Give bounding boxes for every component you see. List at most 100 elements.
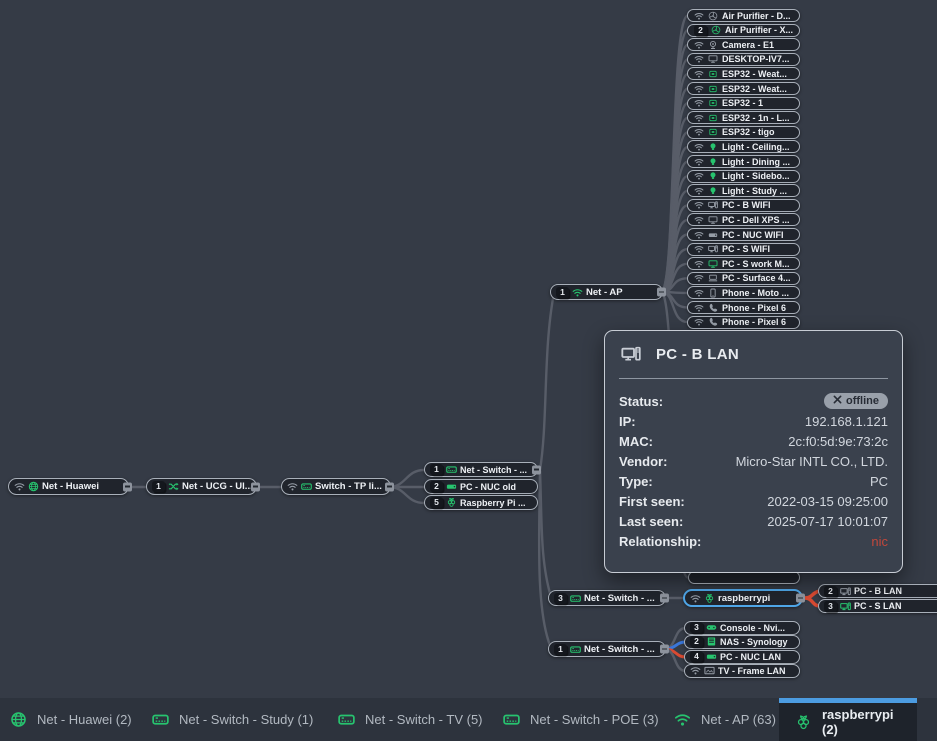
- device-row[interactable]: PC - NUC WIFI: [687, 228, 800, 241]
- edge: [389, 470, 424, 487]
- node-pc-s-lan[interactable]: 3PC - S LAN: [818, 599, 937, 613]
- bulb-icon: [708, 171, 718, 181]
- device-row[interactable]: PC - Dell XPS ...: [687, 213, 800, 226]
- collapse-button[interactable]: [796, 594, 805, 603]
- wifi-icon: [694, 142, 704, 152]
- collapse-icon: [387, 486, 392, 488]
- switch-icon: [570, 593, 581, 604]
- device-row[interactable]: Light - Study ...: [687, 184, 800, 197]
- collapse-icon: [534, 469, 539, 471]
- device-row[interactable]: Light - Dining ...: [687, 155, 800, 168]
- collapse-button[interactable]: [660, 645, 669, 654]
- topology-canvas[interactable]: Air Purifier - D...2Air Purifier - X...C…: [0, 0, 937, 741]
- node-pc-nuc-old[interactable]: 2PC - NUC old: [424, 479, 538, 494]
- node-sw1[interactable]: 1 Net - Switch - ...: [548, 641, 666, 657]
- tab-net-switch-poe-3[interactable]: Net - Switch - POE (3): [503, 698, 659, 741]
- collapse-button[interactable]: [251, 482, 260, 491]
- node-label: raspberrypi: [718, 593, 796, 604]
- tab-net-ap-63[interactable]: Net - AP (63): [674, 698, 776, 741]
- device-row[interactable]: Light - Ceiling...: [687, 140, 800, 153]
- device-row[interactable]: Air Purifier - D...: [687, 9, 800, 22]
- wifi-icon: [694, 200, 704, 210]
- node-label: PC - NUC LAN: [720, 652, 794, 662]
- device-row[interactable]: ESP32 - tigo: [687, 126, 800, 139]
- port-badge: 1: [554, 644, 567, 655]
- wifi-icon: [14, 481, 25, 492]
- bulb-icon: [708, 186, 718, 196]
- node-label: Net - Switch - ...: [584, 644, 660, 655]
- device-row[interactable]: ESP32 - 1n - L...: [687, 111, 800, 124]
- tab-net-switch-study-1[interactable]: Net - Switch - Study (1): [152, 698, 313, 741]
- collapse-button[interactable]: [657, 288, 666, 297]
- node-ucg[interactable]: 1Net - UCG - Ul...: [146, 478, 257, 495]
- wifi-icon: [694, 303, 704, 313]
- node-ap[interactable]: 1Net - AP: [550, 284, 663, 300]
- port-badge: 1: [430, 464, 443, 475]
- port-badge: 4: [690, 651, 703, 662]
- node-rpi-old[interactable]: 5Raspberry Pi ...: [424, 495, 538, 510]
- node-pc-b-lan[interactable]: 2PC - B LAN: [818, 584, 937, 598]
- device-row[interactable]: PC - S work M...: [687, 257, 800, 270]
- tab-net-huawei-2[interactable]: Net - Huawei (2): [10, 698, 132, 741]
- bulb-icon: [708, 142, 718, 152]
- node-sw-poe[interactable]: 1Net - Switch - ...: [424, 462, 538, 477]
- tab-label: Net - Switch - Study (1): [179, 712, 313, 727]
- device-row[interactable]: Camera - E1: [687, 38, 800, 51]
- device-row[interactable]: Phone - Pixel 6: [687, 301, 800, 314]
- wifi-icon: [694, 186, 704, 196]
- fan-icon: [708, 11, 718, 21]
- tab-net-switch-tv-5[interactable]: Net - Switch - TV (5): [338, 698, 483, 741]
- edge: [540, 471, 551, 597]
- monitor-icon: [708, 259, 718, 269]
- raspberry-icon: [704, 593, 715, 604]
- wifi-icon: [694, 40, 704, 50]
- controller-icon: [706, 622, 717, 633]
- device-row[interactable]: PC - S WIFI: [687, 243, 800, 256]
- tab-raspberrypi-2[interactable]: raspberrypi (2): [779, 698, 917, 741]
- switch-icon: [446, 464, 457, 475]
- chip-icon: [708, 127, 718, 137]
- device-row[interactable]: Phone - Moto ...: [687, 286, 800, 299]
- pc-icon: [840, 601, 851, 612]
- node-tp[interactable]: Switch - TP li...: [281, 478, 391, 495]
- device-tooltip: PC - B LAN Status:offlineIP:192.168.1.12…: [604, 330, 903, 573]
- tooltip-row-label: Status:: [619, 394, 663, 409]
- node-sw3[interactable]: 3Net - Switch - ...: [548, 590, 666, 606]
- node-nas[interactable]: 2NAS - Synology: [684, 635, 800, 649]
- wifi-icon: [694, 84, 704, 94]
- collapse-button[interactable]: [123, 482, 132, 491]
- tab-label: Net - Switch - POE (3): [530, 712, 659, 727]
- device-row[interactable]: ESP32 - 1: [687, 97, 800, 110]
- device-row[interactable]: Light - Sidebo...: [687, 170, 800, 183]
- node-tv-frame[interactable]: TV - Frame LAN: [684, 664, 800, 678]
- node-console[interactable]: 3Console - Nvi...: [684, 621, 800, 635]
- node-label: PC - NUC WIFI: [722, 230, 793, 240]
- wifi-icon: [694, 259, 704, 269]
- port-badge: 2: [430, 481, 443, 492]
- node-label: DESKTOP-IV7...: [722, 54, 793, 64]
- globe-icon: [28, 481, 39, 492]
- node-label: Air Purifier - X...: [725, 25, 793, 35]
- node-label: ESP32 - tigo: [722, 127, 793, 137]
- device-row[interactable]: DESKTOP-IV7...: [687, 53, 800, 66]
- device-row[interactable]: Phone - Pixel 6: [687, 316, 800, 329]
- shuffle-icon: [168, 481, 179, 492]
- collapse-button[interactable]: [532, 465, 541, 474]
- phone-icon: [708, 288, 718, 298]
- device-row[interactable]: ESP32 - Weat...: [687, 82, 800, 95]
- device-row[interactable]: 2Air Purifier - X...: [687, 24, 800, 37]
- node-pc-nuc-lan[interactable]: 4 PC - NUC LAN: [684, 650, 800, 664]
- device-row[interactable]: ESP32 - Weat...: [687, 67, 800, 80]
- wifi-icon: [694, 288, 704, 298]
- device-row[interactable]: PC - Surface 4...: [687, 272, 800, 285]
- monitor-icon: [708, 54, 718, 64]
- tooltip-row-label: Relationship:: [619, 534, 701, 549]
- collapse-button[interactable]: [385, 482, 394, 491]
- collapse-button[interactable]: [660, 594, 669, 603]
- tooltip-row: MAC:2c:f0:5d:9e:73:2c: [619, 431, 888, 451]
- node-rpi[interactable]: raspberrypi: [683, 589, 803, 607]
- device-row[interactable]: PC - B WIFI: [687, 199, 800, 212]
- node-label: Net - AP: [586, 287, 657, 298]
- node-huawei[interactable]: Net - Huawei: [8, 478, 129, 495]
- tooltip-row: Relationship:nic: [619, 531, 888, 551]
